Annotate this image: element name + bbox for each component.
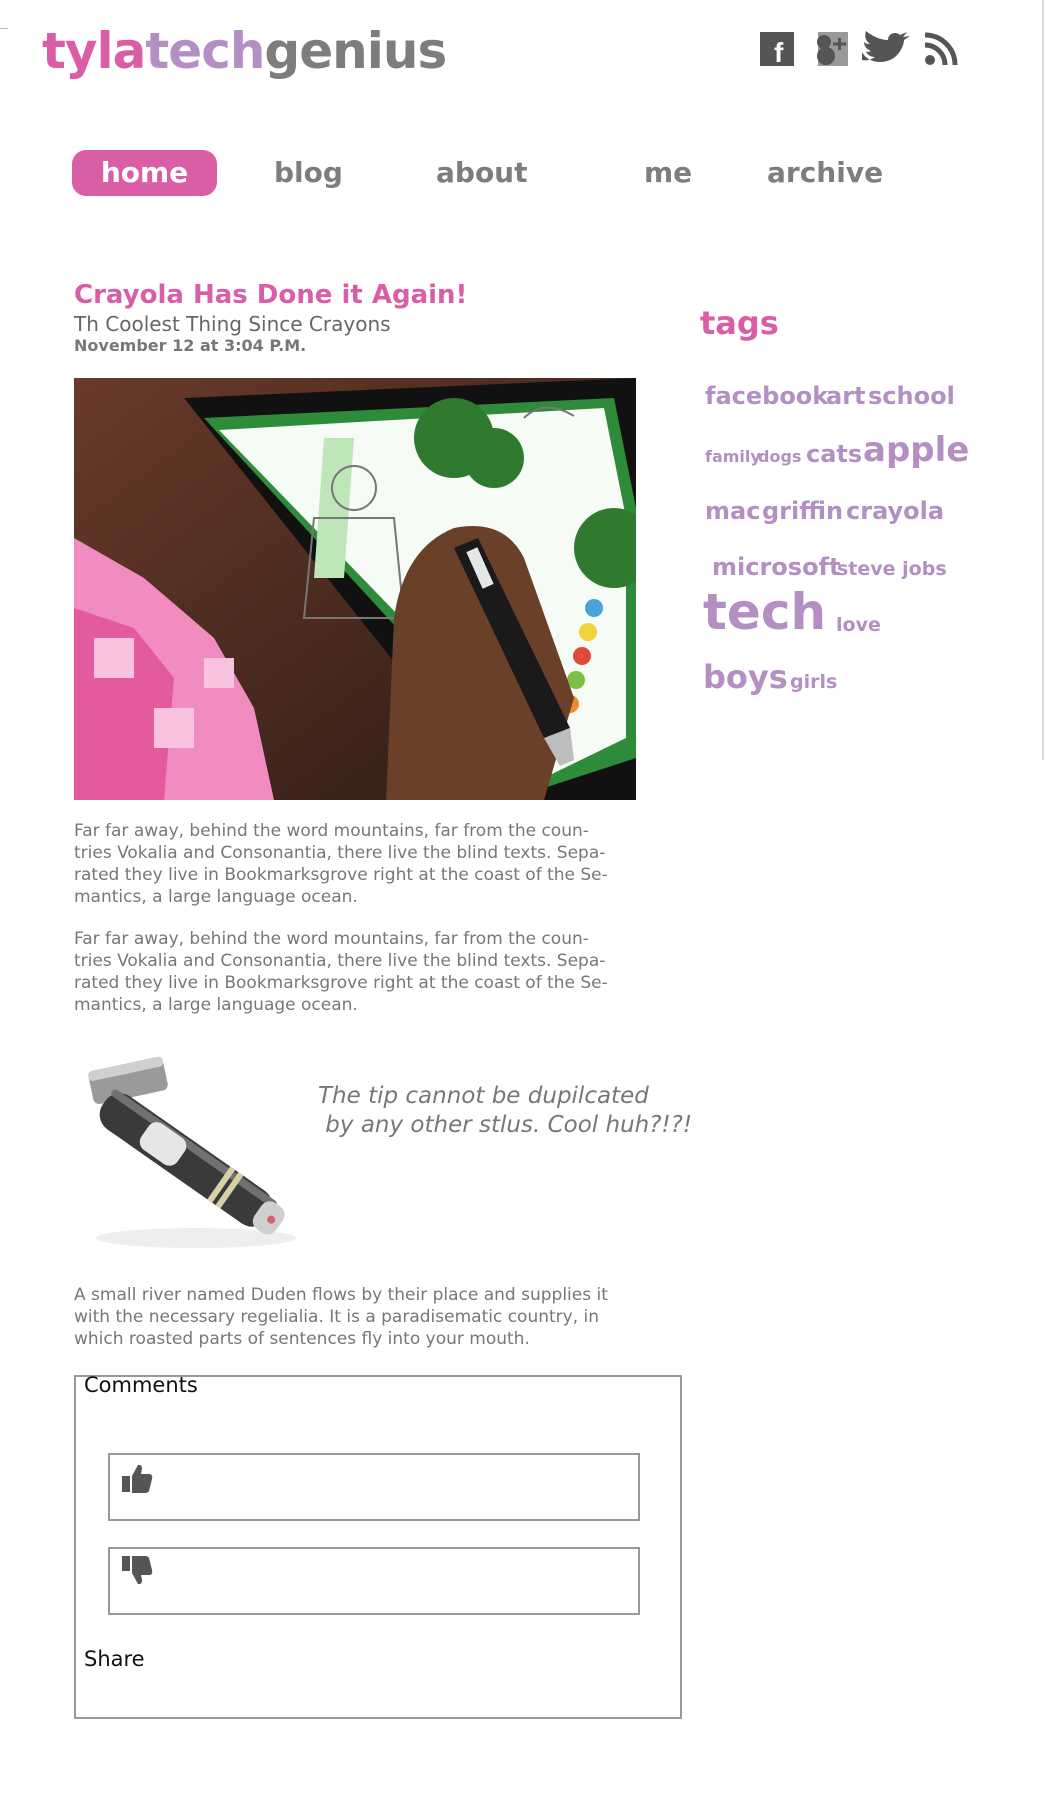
stylus-image	[76, 1050, 298, 1250]
twitter-icon[interactable]	[858, 30, 910, 68]
post-paragraph-1: Far far away, behind the word mountains,…	[74, 820, 644, 908]
tag-microsoft[interactable]: microsoft	[712, 553, 840, 581]
nav-me[interactable]: me	[644, 150, 692, 196]
rss-icon[interactable]	[924, 30, 958, 68]
tag-crayola[interactable]: crayola	[846, 497, 944, 525]
tag-dogs[interactable]: dogs	[758, 447, 801, 466]
paragraph-line: which roasted parts of sentences fly int…	[74, 1329, 530, 1349]
post-title[interactable]: Crayola Has Done it Again!	[74, 280, 467, 310]
facebook-icon[interactable]: f	[760, 30, 794, 68]
nav-home[interactable]: home	[72, 150, 217, 196]
thumbs-up-icon[interactable]	[120, 1462, 154, 1496]
nav-about[interactable]: about	[436, 150, 528, 196]
comments-label: Comments	[84, 1373, 198, 1397]
logo-part-tech: tech	[145, 22, 265, 80]
post-paragraph-3: A small river named Duden flows by their…	[74, 1284, 644, 1350]
tag-girls[interactable]: girls	[790, 671, 837, 693]
post-hero-image	[74, 378, 636, 800]
logo-part-tyla: tyla	[42, 22, 146, 80]
dislike-comment-field[interactable]	[108, 1547, 640, 1615]
post-paragraph-2: Far far away, behind the word mountains,…	[74, 928, 644, 1016]
site-logo[interactable]: tylatechgenius	[42, 18, 447, 84]
tag-griffin[interactable]: griffin	[762, 497, 843, 525]
thumbs-down-icon[interactable]	[120, 1553, 154, 1587]
logo-part-genius: genius	[264, 22, 447, 80]
post-subtitle: Th Coolest Thing Since Crayons	[74, 312, 391, 336]
paragraph-line: mantics, a large language ocean.	[74, 887, 358, 907]
tags-heading: tags	[700, 304, 779, 342]
tag-boys[interactable]: boys	[703, 658, 788, 696]
tag-school[interactable]: school	[868, 382, 955, 410]
tag-apple[interactable]: apple	[863, 430, 969, 470]
paragraph-line: rated they live in Bookmarksgrove right …	[74, 865, 608, 885]
paragraph-line: tries Vokalia and Consonantia, there liv…	[74, 843, 606, 863]
post-date: November 12 at 3:04 P.M.	[74, 336, 307, 355]
tag-tech[interactable]: tech	[703, 583, 826, 641]
corner-mark	[0, 28, 8, 29]
tag-love[interactable]: love	[836, 614, 881, 636]
tag-cats[interactable]: cats	[806, 440, 862, 468]
paragraph-line: tries Vokalia and Consonantia, there liv…	[74, 951, 606, 971]
tag-steve-jobs[interactable]: steve jobs	[837, 558, 947, 580]
tag-art[interactable]: art	[826, 382, 866, 410]
stylus-quote: The tip cannot be dupilcated by any othe…	[318, 1083, 693, 1138]
like-comment-field[interactable]	[108, 1453, 640, 1521]
paragraph-line: A small river named Duden flows by their…	[74, 1285, 608, 1305]
page-edge-line	[1042, 0, 1044, 760]
google-plus-icon[interactable]	[812, 30, 848, 68]
svg-text:f: f	[774, 37, 784, 68]
paragraph-line: with the necessary regelialia. It is a p…	[74, 1307, 600, 1327]
paragraph-line: Far far away, behind the word mountains,…	[74, 929, 589, 949]
nav-blog[interactable]: blog	[274, 150, 343, 196]
tag-family[interactable]: family	[705, 447, 761, 466]
paragraph-line: mantics, a large language ocean.	[74, 995, 358, 1015]
nav-archive[interactable]: archive	[767, 150, 883, 196]
paragraph-line: Far far away, behind the word mountains,…	[74, 821, 589, 841]
paragraph-line: rated they live in Bookmarksgrove right …	[74, 973, 608, 993]
share-button[interactable]: Share	[84, 1647, 145, 1671]
tag-mac[interactable]: mac	[705, 497, 760, 525]
tag-facebook[interactable]: facebook	[705, 382, 828, 410]
